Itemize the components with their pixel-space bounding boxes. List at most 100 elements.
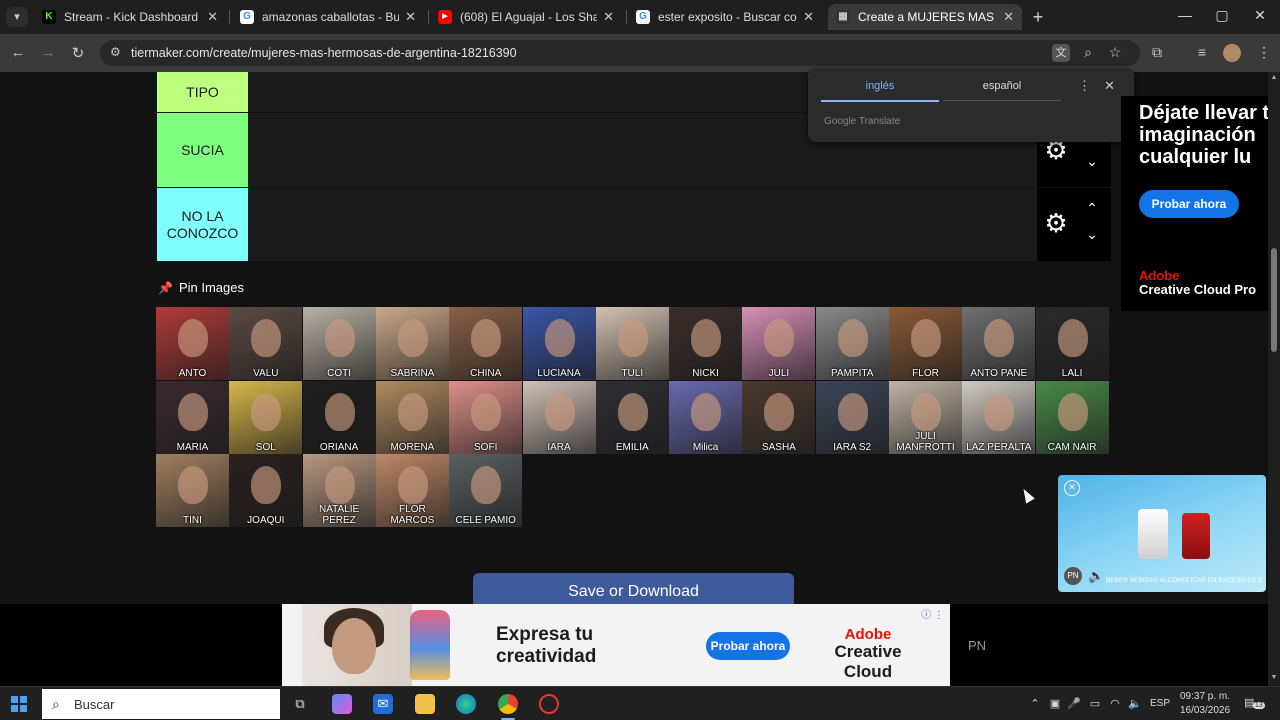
pin-image-tile[interactable]: CHINA — [449, 307, 523, 380]
media-control-icon[interactable]: ≡ — [1192, 44, 1212, 60]
close-icon[interactable]: ✕ — [603, 9, 614, 25]
chrome-menu-icon[interactable]: ⋮ — [1254, 44, 1274, 61]
profile-avatar[interactable] — [1223, 44, 1241, 62]
close-icon[interactable]: ✕ — [803, 9, 814, 25]
pin-image-tile[interactable]: Milica — [669, 380, 743, 454]
bookmark-star-icon[interactable]: ☆ — [1105, 44, 1125, 61]
window-close-button[interactable]: ✕ — [1245, 7, 1275, 24]
tray-app-icon[interactable]: ▣ — [1047, 697, 1063, 710]
ad-cta-button[interactable]: Probar ahora — [1139, 190, 1239, 218]
pin-image-tile[interactable]: JULI MANFROTTI — [889, 380, 962, 454]
scroll-up-icon[interactable]: ▲ — [1269, 74, 1279, 81]
adobe-side-ad[interactable]: Déjate llevar tu imaginación cualquier l… — [1121, 96, 1268, 311]
pin-image-tile[interactable]: SABRINA — [375, 307, 449, 380]
pin-image-tile[interactable]: JOAQUI — [229, 454, 303, 527]
pin-image-tile[interactable]: IARA — [522, 380, 596, 454]
input-language[interactable]: ESP — [1150, 698, 1170, 709]
adobe-bottom-ad[interactable]: Expresa tu creatividad Probar ahora Adob… — [282, 604, 950, 686]
pin-image-tile[interactable]: ANTO PANE — [962, 307, 1036, 380]
pin-image-tile[interactable]: COTI — [302, 307, 376, 380]
close-icon[interactable]: ✕ — [1104, 78, 1115, 94]
pin-image-tile[interactable]: EMILIA — [595, 380, 669, 454]
tier-label[interactable]: NO LA CONOZCO — [157, 188, 248, 261]
zoom-icon[interactable]: ⌕ — [1078, 44, 1098, 61]
close-icon[interactable]: ✕ — [1003, 9, 1014, 25]
pin-image-tile[interactable]: LALI — [1035, 307, 1109, 380]
tab-google-search-1[interactable]: G amazonas caballotas - Buscar c ✕ — [232, 4, 424, 30]
back-button[interactable]: ← — [8, 44, 28, 61]
ad-cta-button[interactable]: Probar ahora — [706, 632, 790, 660]
taskbar-search[interactable]: ⌕ Buscar — [42, 689, 280, 719]
translate-target-tab[interactable]: español — [943, 80, 1061, 101]
volume-icon[interactable]: 🔈 — [1088, 568, 1104, 584]
file-explorer-icon[interactable] — [415, 694, 435, 714]
chevron-down-icon[interactable]: ⌄ — [1083, 153, 1101, 170]
tab-youtube[interactable]: ▶ (608) El Aguajal - Los Shapis (1 ✕ — [430, 4, 622, 30]
pin-image-tile[interactable]: TINI — [156, 454, 229, 527]
notification-center-icon[interactable]: ▤ 13 — [1244, 696, 1265, 709]
ad-info-icon[interactable]: ⓘ ⋮ — [921, 606, 944, 621]
minimize-button[interactable]: — — [1170, 7, 1200, 23]
translate-icon[interactable]: 文 — [1052, 44, 1070, 62]
video-ad[interactable]: ✕ PN 🔈 BEBER BEBIDAS ALCOHOLICAS EN EXCE… — [1058, 475, 1266, 592]
gear-icon[interactable]: ⚙ — [1043, 210, 1069, 236]
translate-source-tab[interactable]: inglés — [821, 80, 939, 102]
close-icon[interactable]: ✕ — [405, 9, 416, 25]
scrollbar-thumb[interactable] — [1271, 248, 1277, 352]
more-options-icon[interactable]: ⋮ — [1078, 78, 1091, 94]
pin-image-tile[interactable]: NICKI — [669, 307, 743, 380]
extensions-icon[interactable]: ⧉ — [1147, 44, 1167, 61]
pin-image-tile[interactable]: SASHA — [742, 380, 816, 454]
forward-button[interactable]: → — [38, 44, 58, 61]
page-scrollbar[interactable]: ▲ ▼ — [1268, 72, 1280, 686]
obs-icon[interactable] — [539, 694, 559, 714]
copilot-icon[interactable] — [332, 694, 352, 714]
pin-image-tile[interactable]: FLOR — [889, 307, 962, 380]
outlook-icon[interactable]: ✉ — [373, 694, 393, 714]
pin-image-tile[interactable]: LUCIANA — [522, 307, 596, 380]
pin-image-tile[interactable]: SOL — [229, 380, 303, 454]
windows-start-icon[interactable] — [11, 696, 27, 712]
site-info-icon[interactable]: ⚙ — [110, 45, 121, 59]
tray-overflow-icon[interactable]: ⌃ — [1027, 697, 1043, 710]
pin-image-tile[interactable]: IARA S2 — [815, 380, 889, 454]
taskbar-clock[interactable]: 09:37 p. m. 16/03/2026 — [1178, 690, 1232, 718]
close-ad-icon[interactable]: ✕ — [1064, 480, 1080, 496]
tab-kick-dashboard[interactable]: K Stream - Kick Dashboard ✕ — [34, 4, 226, 30]
pin-image-tile[interactable]: ANTO — [156, 307, 229, 380]
new-tab-button[interactable]: + — [1028, 7, 1048, 27]
chevron-down-icon[interactable]: ⌄ — [1083, 226, 1101, 243]
speaker-icon[interactable]: 🔈 — [1127, 697, 1143, 710]
chevron-up-icon[interactable]: ⌃ — [1083, 200, 1101, 217]
tab-google-search-2[interactable]: G ester exposito - Buscar con Goo ✕ — [628, 4, 822, 30]
pin-image-tile[interactable]: PAMPITA — [815, 307, 889, 380]
pin-image-tile[interactable]: CAM NAIR — [1035, 380, 1109, 454]
battery-icon[interactable]: ▭ — [1087, 697, 1103, 710]
pin-image-tile[interactable]: JULI — [742, 307, 816, 380]
pin-image-tile[interactable]: MARIA — [156, 380, 229, 454]
task-view-icon[interactable]: ⧉ — [290, 694, 310, 714]
tier-label[interactable]: TIPO — [157, 72, 248, 112]
pin-image-tile[interactable]: ORIANA — [302, 380, 376, 454]
maximize-button[interactable]: ▢ — [1207, 7, 1237, 24]
pin-image-tile[interactable]: SOFI — [449, 380, 523, 454]
pin-image-tile[interactable]: NATALIE PEREZ — [302, 454, 376, 527]
address-bar[interactable]: ⚙ tiermaker.com/create/mujeres-mas-hermo… — [100, 40, 1140, 66]
close-icon[interactable]: ✕ — [207, 9, 218, 25]
pin-image-tile[interactable]: TULI — [595, 307, 669, 380]
microphone-icon[interactable]: 🎤 — [1066, 697, 1082, 710]
pin-image-tile[interactable]: LAZ PERALTA — [962, 380, 1036, 454]
tab-search-button[interactable]: ▾ — [6, 7, 28, 27]
pin-image-tile[interactable]: FLOR MARCOS — [375, 454, 449, 527]
ad-model-image — [302, 604, 412, 686]
pin-image-tile[interactable]: CELE PAMIO — [449, 454, 523, 527]
edge-icon[interactable] — [456, 694, 476, 714]
pin-image-tile[interactable]: MORENA — [375, 380, 449, 454]
reload-button[interactable]: ↻ — [68, 44, 88, 62]
tab-tiermaker[interactable]: ▦ Create a MUJERES MAS HERMO ✕ — [828, 4, 1022, 30]
tier-label[interactable]: SUCIA — [157, 113, 248, 187]
wifi-icon[interactable]: ◠ — [1107, 697, 1123, 710]
scroll-down-icon[interactable]: ▼ — [1269, 674, 1279, 681]
pin-image-tile[interactable]: VALU — [229, 307, 303, 380]
chrome-icon[interactable] — [498, 694, 518, 714]
